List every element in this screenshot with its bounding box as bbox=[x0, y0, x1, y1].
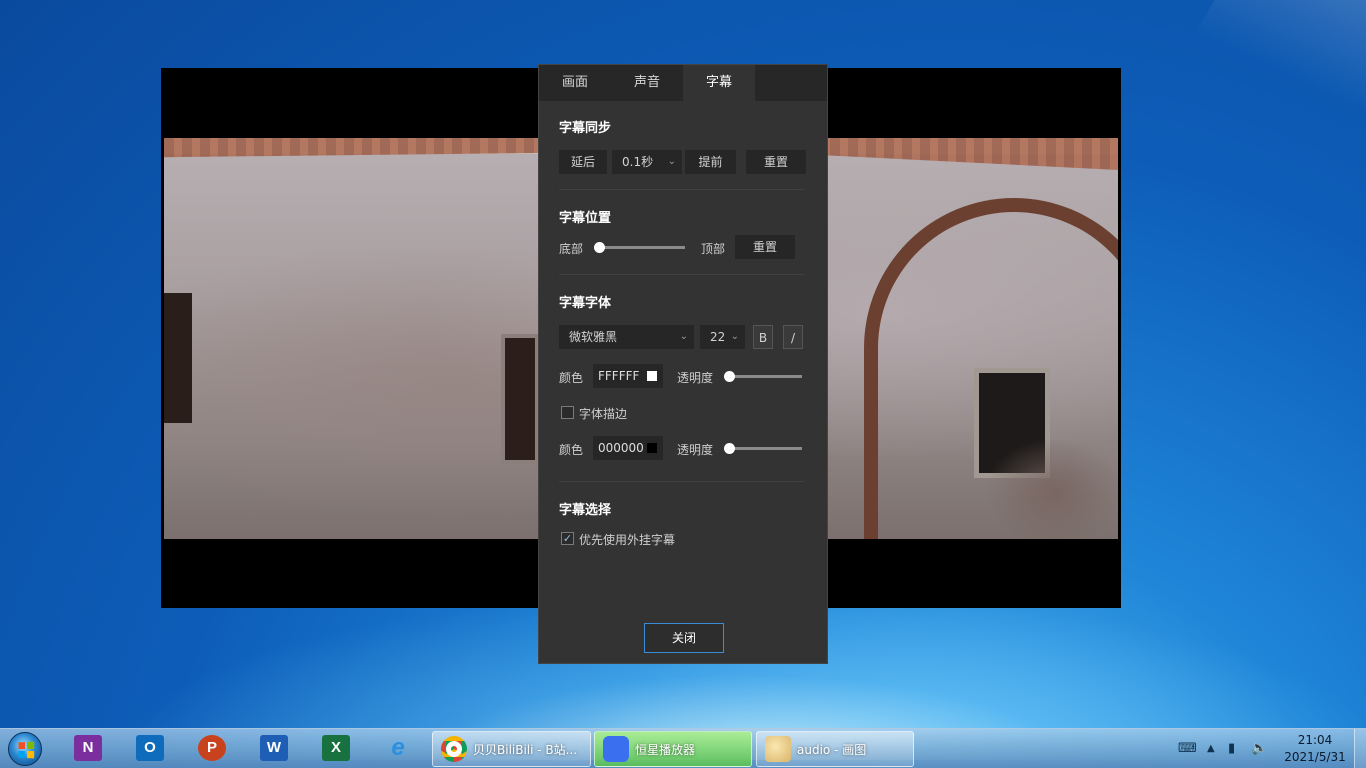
pinned-outlook[interactable]: O bbox=[136, 735, 166, 763]
start-button[interactable] bbox=[8, 732, 42, 766]
tab-picture[interactable]: 画面 bbox=[539, 65, 611, 101]
outline-checkbox[interactable] bbox=[561, 406, 574, 419]
keyboard-icon[interactable]: ⌨ bbox=[1178, 741, 1197, 756]
outline-label: 字体描边 bbox=[579, 407, 628, 421]
chevron-down-icon: ⌄ bbox=[679, 331, 688, 342]
outline-opacity-slider-knob[interactable] bbox=[724, 443, 735, 454]
position-slider[interactable] bbox=[599, 246, 685, 249]
paint-palette-icon bbox=[765, 736, 791, 762]
font-size-select[interactable]: 22 ⌄ bbox=[700, 325, 745, 349]
sync-step-select[interactable]: 0.1秒 ⌄ bbox=[612, 150, 682, 174]
pinned-word[interactable]: W bbox=[260, 735, 290, 763]
top-label: 顶部 bbox=[701, 242, 726, 256]
advance-button[interactable]: 提前 bbox=[685, 150, 736, 174]
font-color-value: FFFFFF bbox=[598, 369, 640, 383]
font-color-field[interactable]: FFFFFF bbox=[593, 364, 663, 388]
ie-icon: e bbox=[391, 734, 405, 761]
chevron-down-icon: ⌄ bbox=[730, 331, 739, 342]
show-hidden-icons-icon[interactable]: ▲ bbox=[1207, 743, 1215, 754]
tab-audio[interactable]: 声音 bbox=[611, 65, 683, 101]
video-window-left bbox=[164, 293, 192, 423]
divider bbox=[559, 189, 804, 190]
subtitle-font-title: 字幕字体 bbox=[559, 296, 612, 311]
font-size-value: 22 bbox=[710, 330, 726, 344]
sync-step-value: 0.1秒 bbox=[622, 155, 654, 169]
position-reset-button[interactable]: 重置 bbox=[735, 235, 795, 259]
windows-logo-icon bbox=[18, 741, 35, 759]
font-family-value: 微软雅黑 bbox=[569, 330, 618, 344]
font-color-label: 颜色 bbox=[559, 371, 584, 385]
subtitle-position-title: 字幕位置 bbox=[559, 211, 612, 226]
outline-color-label: 颜色 bbox=[559, 443, 584, 457]
powerpoint-icon: P bbox=[198, 735, 226, 761]
task-paint[interactable]: audio - 画图 bbox=[756, 731, 914, 767]
subtitle-sync-title: 字幕同步 bbox=[559, 121, 612, 136]
outline-opacity-label: 透明度 bbox=[677, 443, 714, 457]
sync-reset-button[interactable]: 重置 bbox=[746, 150, 806, 174]
pinned-ie[interactable]: e bbox=[384, 735, 414, 763]
font-opacity-slider[interactable] bbox=[729, 375, 802, 378]
task-chrome-label: 贝贝BiliBili - B站... bbox=[473, 742, 578, 757]
italic-toggle[interactable]: / bbox=[783, 325, 803, 349]
font-opacity-slider-knob[interactable] bbox=[724, 371, 735, 382]
pinned-excel[interactable]: X bbox=[322, 735, 352, 763]
onenote-icon: N bbox=[74, 735, 102, 761]
tab-subtitle[interactable]: 字幕 bbox=[683, 65, 755, 101]
show-desktop-button[interactable] bbox=[1354, 729, 1366, 768]
player-app-icon bbox=[603, 736, 629, 762]
outlook-icon: O bbox=[136, 735, 164, 761]
video-shrub bbox=[984, 438, 1118, 539]
bold-toggle[interactable]: B bbox=[753, 325, 773, 349]
close-button[interactable]: 关闭 bbox=[644, 623, 724, 653]
excel-icon: X bbox=[322, 735, 350, 761]
network-icon[interactable]: ▮ bbox=[1228, 741, 1235, 756]
system-clock[interactable]: 21:04 2021/5/31 bbox=[1280, 732, 1350, 766]
outline-color-value: 000000 bbox=[598, 441, 644, 455]
task-player[interactable]: 恒星播放器 bbox=[594, 731, 752, 767]
subtitle-selection-title: 字幕选择 bbox=[559, 503, 612, 518]
delay-button[interactable]: 延后 bbox=[559, 150, 607, 174]
desktop-wallpaper-streak bbox=[1145, 0, 1366, 120]
prefer-external-checkbox[interactable]: ✓ bbox=[561, 532, 574, 545]
video-window-middle bbox=[501, 334, 539, 464]
font-color-swatch[interactable] bbox=[647, 371, 657, 381]
divider bbox=[559, 481, 804, 482]
divider bbox=[559, 274, 804, 275]
chrome-icon bbox=[441, 736, 467, 762]
pinned-powerpoint[interactable]: P bbox=[198, 735, 228, 763]
word-icon: W bbox=[260, 735, 288, 761]
volume-icon[interactable]: 🔈 bbox=[1251, 741, 1267, 756]
taskbar: N O P W X e 贝贝BiliBili - B站... 恒星播放器 aud… bbox=[0, 728, 1366, 768]
outline-opacity-slider[interactable] bbox=[729, 447, 802, 450]
check-icon: ✓ bbox=[562, 532, 573, 545]
prefer-external-label: 优先使用外挂字幕 bbox=[579, 533, 676, 547]
clock-time: 21:04 bbox=[1297, 733, 1333, 747]
task-player-label: 恒星播放器 bbox=[635, 742, 696, 757]
settings-tabs: 画面 声音 字幕 bbox=[539, 65, 827, 101]
subtitle-settings-panel: 画面 声音 字幕 字幕同步 延后 0.1秒 ⌄ 提前 重置 字幕位置 底部 顶部… bbox=[538, 64, 828, 664]
task-paint-label: audio - 画图 bbox=[797, 742, 867, 757]
position-slider-knob[interactable] bbox=[594, 242, 605, 253]
pinned-onenote[interactable]: N bbox=[74, 735, 104, 763]
bottom-label: 底部 bbox=[559, 242, 584, 256]
chevron-down-icon: ⌄ bbox=[667, 156, 676, 167]
task-chrome[interactable]: 贝贝BiliBili - B站... bbox=[432, 731, 591, 767]
font-opacity-label: 透明度 bbox=[677, 371, 714, 385]
outline-color-field[interactable]: 000000 bbox=[593, 436, 663, 460]
clock-date: 2021/5/31 bbox=[1284, 750, 1346, 764]
outline-color-swatch[interactable] bbox=[647, 443, 657, 453]
font-family-select[interactable]: 微软雅黑 ⌄ bbox=[559, 325, 694, 349]
